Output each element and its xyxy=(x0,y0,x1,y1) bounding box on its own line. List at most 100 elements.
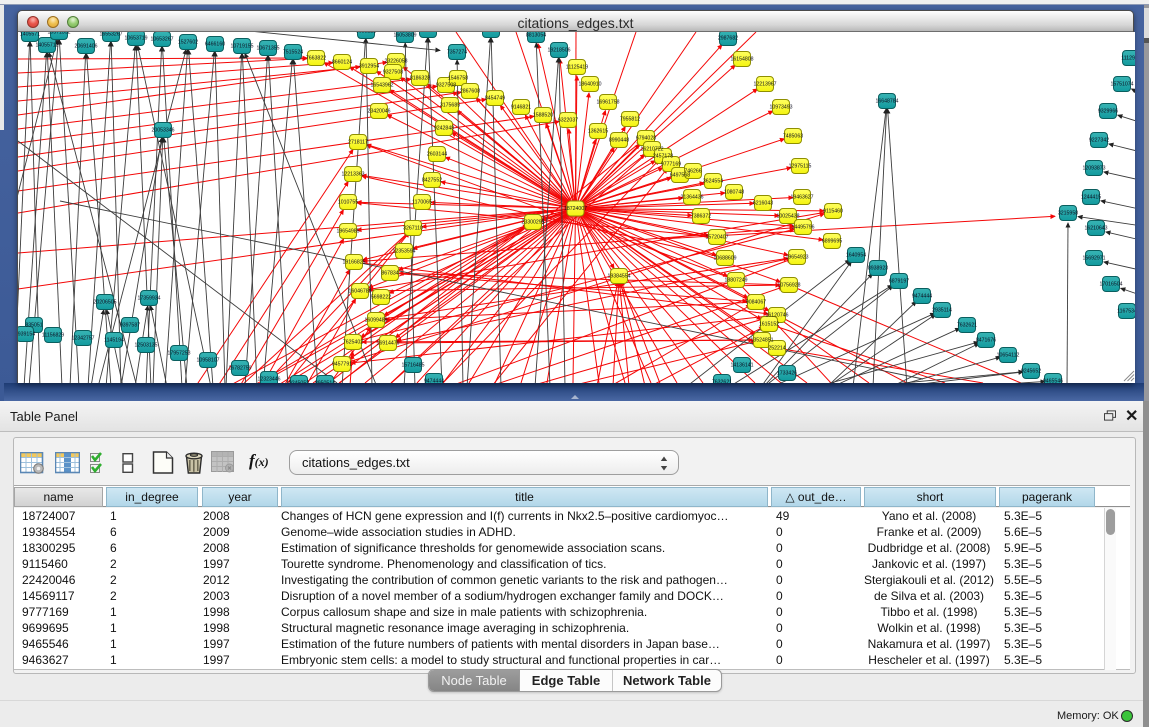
svg-text:3267110: 3267110 xyxy=(403,226,423,232)
svg-text:9115460: 9115460 xyxy=(823,209,843,215)
svg-text:1939154: 1939154 xyxy=(18,332,35,338)
svg-text:252214: 252214 xyxy=(768,346,785,352)
svg-text:9329966: 9329966 xyxy=(1098,109,1118,115)
svg-text:7386372: 7386372 xyxy=(691,214,711,220)
svg-text:3624554: 3624554 xyxy=(703,179,723,185)
svg-text:9474444: 9474444 xyxy=(912,294,932,300)
svg-text:9474444: 9474444 xyxy=(424,379,444,384)
svg-text:23226058: 23226058 xyxy=(384,59,407,65)
svg-text:7632621: 7632621 xyxy=(712,380,732,384)
svg-text:6466160: 6466160 xyxy=(205,42,225,48)
svg-text:17016504: 17016504 xyxy=(1099,282,1122,288)
svg-text:1405571: 1405571 xyxy=(20,32,40,38)
svg-text:10025438: 10025438 xyxy=(776,214,799,220)
svg-text:12975115: 12975115 xyxy=(789,164,812,170)
svg-text:9242848: 9242848 xyxy=(434,126,454,132)
svg-text:7955812: 7955812 xyxy=(620,117,640,123)
svg-text:20206505: 20206505 xyxy=(93,300,116,306)
svg-text:2457178: 2457178 xyxy=(653,154,673,160)
svg-text:9227342: 9227342 xyxy=(1089,138,1109,144)
svg-text:15720407: 15720407 xyxy=(705,235,728,241)
svg-text:10973493: 10973493 xyxy=(769,105,792,111)
svg-text:10688609: 10688609 xyxy=(713,256,736,262)
svg-text:16553267: 16553267 xyxy=(99,32,122,38)
svg-text:6322037: 6322037 xyxy=(558,118,578,124)
svg-text:2987682: 2987682 xyxy=(718,36,738,42)
svg-text:12503135: 12503135 xyxy=(134,343,157,349)
svg-text:9397587: 9397587 xyxy=(120,323,140,329)
svg-text:9457791: 9457791 xyxy=(332,362,352,368)
svg-text:17359934: 17359934 xyxy=(137,296,160,302)
svg-text:11125419: 11125419 xyxy=(566,65,588,71)
svg-text:1112998: 1112998 xyxy=(1121,56,1135,62)
svg-text:3175685: 3175685 xyxy=(440,103,460,109)
svg-text:23420046: 23420046 xyxy=(367,109,390,115)
svg-text:2718117: 2718117 xyxy=(348,140,368,146)
svg-text:867834: 867834 xyxy=(381,271,398,277)
svg-text:1640954: 1640954 xyxy=(846,253,866,259)
svg-text:9327508: 9327508 xyxy=(436,83,456,89)
svg-text:9245052: 9245052 xyxy=(289,381,309,384)
svg-text:6794028: 6794028 xyxy=(636,136,656,142)
svg-text:18724007: 18724007 xyxy=(564,206,587,212)
svg-text:8938923: 8938923 xyxy=(868,266,888,272)
svg-text:8427552: 8427552 xyxy=(422,178,442,184)
svg-text:17957253: 17957253 xyxy=(167,351,190,357)
svg-text:19384554: 19384554 xyxy=(607,274,630,280)
svg-text:18640910: 18640910 xyxy=(578,82,601,88)
svg-text:15716485: 15716485 xyxy=(401,363,424,369)
svg-text:19571352: 19571352 xyxy=(47,32,70,36)
svg-text:2935114: 2935114 xyxy=(932,308,952,314)
svg-text:23300295: 23300295 xyxy=(521,220,544,226)
svg-text:1010755: 1010755 xyxy=(338,200,358,206)
svg-text:21364436: 21364436 xyxy=(680,195,703,201)
svg-text:19166825: 19166825 xyxy=(342,260,365,266)
svg-text:9638221: 9638221 xyxy=(356,32,376,35)
svg-text:7357274: 7357274 xyxy=(418,32,438,34)
svg-text:11156829: 11156829 xyxy=(42,333,64,339)
svg-text:9084067: 9084067 xyxy=(746,300,766,306)
svg-text:16648784: 16648784 xyxy=(875,99,898,105)
svg-text:16914479: 16914479 xyxy=(376,341,399,347)
svg-text:6899695: 6899695 xyxy=(822,239,842,245)
svg-text:7663822: 7663822 xyxy=(306,56,326,62)
svg-text:19654985: 19654985 xyxy=(336,229,359,235)
svg-text:9465546: 9465546 xyxy=(1043,379,1063,384)
svg-text:1733426: 1733426 xyxy=(777,371,797,377)
svg-text:10654112: 10654112 xyxy=(997,353,1020,359)
svg-text:16961758: 16961758 xyxy=(596,100,619,106)
svg-text:6216043: 6216043 xyxy=(753,201,773,207)
svg-text:5698222: 5698222 xyxy=(371,295,391,301)
svg-text:2603144: 2603144 xyxy=(427,152,447,158)
svg-text:1615152: 1615152 xyxy=(759,322,779,328)
svg-text:1546758: 1546758 xyxy=(448,76,468,82)
svg-text:10671355: 10671355 xyxy=(256,46,279,52)
svg-text:1244415: 1244415 xyxy=(1081,195,1101,201)
svg-text:8813054: 8813054 xyxy=(526,33,546,39)
svg-text:7485063: 7485063 xyxy=(783,134,803,140)
svg-text:7357274: 7357274 xyxy=(447,50,467,56)
svg-text:15692971: 15692971 xyxy=(1082,256,1105,262)
svg-text:8813054: 8813054 xyxy=(481,32,501,34)
svg-text:9777169: 9777169 xyxy=(661,162,681,168)
svg-text:16053809: 16053809 xyxy=(393,33,416,39)
svg-text:16210722: 16210722 xyxy=(640,147,663,153)
svg-text:19463627: 19463627 xyxy=(790,195,813,201)
svg-text:9146821: 9146821 xyxy=(511,105,531,111)
svg-text:13524851: 13524851 xyxy=(750,338,773,344)
svg-text:16154808: 16154808 xyxy=(730,57,753,63)
svg-text:12323446: 12323446 xyxy=(257,377,280,383)
svg-text:19218506: 19218506 xyxy=(547,48,570,54)
svg-text:8950514: 8950514 xyxy=(315,381,335,384)
svg-text:1167534: 1167534 xyxy=(1117,309,1135,315)
svg-text:9245652: 9245652 xyxy=(1021,369,1041,375)
svg-text:2867608: 2867608 xyxy=(460,89,480,95)
svg-text:10653719: 10653719 xyxy=(124,36,147,42)
svg-text:14495796: 14495796 xyxy=(791,225,814,231)
svg-text:8454749: 8454749 xyxy=(485,96,505,102)
svg-text:7515524: 7515524 xyxy=(283,50,303,56)
svg-text:746266: 746266 xyxy=(684,169,701,175)
svg-text:1080748: 1080748 xyxy=(724,190,744,196)
svg-text:7632621: 7632621 xyxy=(957,323,977,329)
svg-text:12353594: 12353594 xyxy=(392,249,415,255)
